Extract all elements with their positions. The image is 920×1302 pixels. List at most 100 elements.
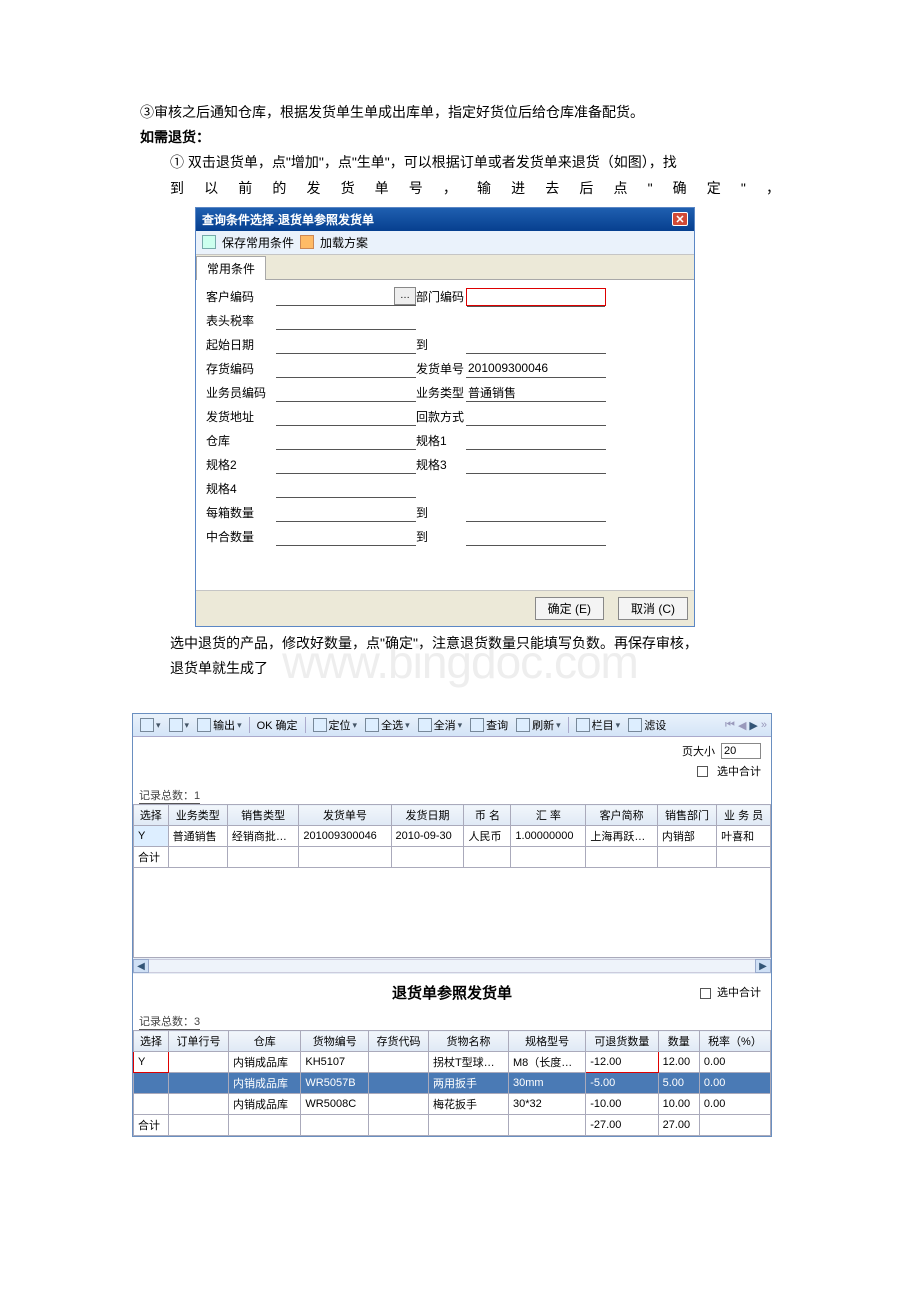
close-icon[interactable]: ✕	[672, 212, 688, 226]
menu-filter[interactable]: 滤设	[625, 717, 669, 733]
grid2: 选择 订单行号 仓库 货物编号 存货代码 货物名称 规格型号 可退货数量 数量 …	[133, 1030, 771, 1136]
load-icon	[300, 235, 314, 249]
section2-title: 退货单参照发货单	[133, 974, 771, 1007]
nav-more-icon[interactable]: »	[761, 719, 767, 731]
grid1-row[interactable]: Y 普通销售 经销商批… 201009300046 2010-09-30 人民币…	[134, 826, 771, 847]
inp-edate[interactable]	[466, 336, 606, 354]
nav-prev-icon[interactable]: ◀	[738, 719, 746, 732]
menu-locate[interactable]: 定位▾	[310, 717, 361, 733]
scroll-right-icon[interactable]: ▶	[755, 959, 771, 973]
inp-stock[interactable]	[276, 360, 416, 378]
lbl-spec3: 规格3	[416, 456, 466, 473]
tab-row: 常用条件	[196, 255, 694, 280]
grid1-empty	[133, 868, 771, 958]
lookup-cust-icon[interactable]: …	[394, 287, 416, 305]
lbl-to1: 到	[416, 336, 466, 353]
selall-icon	[365, 718, 379, 732]
para-3a: ① 双击退货单，点"增加"，点"生单"，可以根据订单或者发货单来退货（如图），找	[140, 150, 780, 175]
inp-midqty2[interactable]	[466, 528, 606, 546]
query-dialog: 查询条件选择-退货单参照发货单 ✕ 保存常用条件 加载方案 常用条件 客户编码 …	[195, 207, 695, 627]
lbl-dept: 部门编码	[416, 288, 466, 305]
menu-output[interactable]: 输出▾	[194, 717, 245, 733]
inp-emp[interactable]	[276, 384, 416, 402]
para-1: ③审核之后通知仓库，根据发货单生单成出库单，指定好货位后给仓库准备配货。	[140, 100, 780, 125]
selsum2-label: 选中合计	[717, 987, 761, 999]
menu-query[interactable]: 查询	[467, 717, 511, 733]
selsum-label: 选中合计	[717, 763, 761, 779]
dialog-title-text: 查询条件选择-退货单参照发货单	[202, 211, 374, 228]
lbl-stock: 存货编码	[206, 360, 276, 377]
locate-icon	[313, 718, 327, 732]
output-icon	[197, 718, 211, 732]
nav-first-icon[interactable]: ⏮	[725, 719, 735, 732]
nav-next-icon[interactable]: ▶	[749, 719, 757, 732]
load-scheme-btn[interactable]: 加载方案	[320, 234, 368, 251]
result-window: ▾ ▾ 输出▾ OK 确定 定位▾ 全选▾ 全消▾ 查询 刷新▾ 栏目▾ 滤设 …	[132, 713, 772, 1137]
inp-payback[interactable]	[466, 408, 606, 426]
inp-midqty1[interactable]	[276, 528, 416, 546]
menu-selall[interactable]: 全选▾	[362, 717, 413, 733]
pagesize-input[interactable]	[721, 743, 761, 759]
lbl-payback: 回款方式	[416, 408, 466, 425]
inp-spec3[interactable]	[466, 456, 606, 474]
grid1-sum: 合计	[134, 847, 771, 868]
menu-columns[interactable]: 栏目▾	[573, 717, 624, 733]
menu-ok[interactable]: OK 确定	[254, 717, 301, 733]
inp-spec2[interactable]	[276, 456, 416, 474]
inp-boxqty1[interactable]	[276, 504, 416, 522]
form-area: 客户编码 … 部门编码 表头税率 起始日期 到 存货编码 发货单号 业务员编码 …	[196, 280, 694, 590]
inp-spec4[interactable]	[276, 480, 416, 498]
inp-wh[interactable]	[276, 432, 416, 450]
inp-dept[interactable]	[467, 289, 605, 307]
lbl-shipno: 发货单号	[416, 360, 466, 377]
document-text: ③审核之后通知仓库，根据发货单生单成出库单，指定好货位后给仓库准备配货。 如需退…	[140, 100, 780, 201]
inp-shipno[interactable]	[466, 360, 606, 378]
dialog-button-row: 确定 (E) 取消 (C)	[196, 590, 694, 626]
inp-spec1[interactable]	[466, 432, 606, 450]
lbl-emp: 业务员编码	[206, 384, 276, 401]
pagesize-label: 页大小	[682, 743, 715, 759]
lbl-spec2: 规格2	[206, 456, 276, 473]
grid1: 选择 业务类型 销售类型 发货单号 发货日期 币 名 汇 率 客户简称 销售部门…	[133, 804, 771, 868]
save-common-btn[interactable]: 保存常用条件	[222, 234, 294, 251]
cancel-button[interactable]: 取消 (C)	[618, 597, 688, 620]
inp-sdate[interactable]	[276, 336, 416, 354]
ok-button[interactable]: 确定 (E)	[535, 597, 604, 620]
inp-addr[interactable]	[276, 408, 416, 426]
save-icon	[202, 235, 216, 249]
inp-biztype[interactable]	[466, 384, 606, 402]
para-2: 如需退货：	[140, 125, 780, 150]
para-5: 退货单就生成了	[140, 656, 780, 681]
record-count-2: 记录总数：3	[133, 1007, 771, 1030]
lbl-to2: 到	[416, 504, 466, 521]
menu-refresh[interactable]: 刷新▾	[513, 717, 564, 733]
record-count-1: 记录总数：1	[133, 781, 771, 804]
lbl-wh: 仓库	[206, 432, 276, 449]
grid2-row[interactable]: Y 内销成品库 KH5107 拐杖T型球… M8（长度… -12.00 12.0…	[134, 1052, 771, 1073]
para-4: 选中退货的产品，修改好数量，点"确定"，注意退货数量只能填写负数。再保存审核，	[140, 631, 780, 656]
lbl-spec1: 规格1	[416, 432, 466, 449]
lbl-spec4: 规格4	[206, 480, 276, 497]
filter-icon	[628, 718, 642, 732]
lbl-biztype: 业务类型	[416, 384, 466, 401]
scroll-left-icon[interactable]: ◀	[133, 959, 149, 973]
grid2-sum: 合计 -27.00 27.00	[134, 1115, 771, 1136]
inp-boxqty2[interactable]	[466, 504, 606, 522]
menu-print[interactable]: ▾	[166, 718, 193, 732]
grid2-row[interactable]: 内销成品库 WR5057B 两用扳手 30mm -5.00 5.00 0.00	[134, 1073, 771, 1094]
grid2-row[interactable]: 内销成品库 WR5008C 梅花扳手 30*32 -10.00 10.00 0.…	[134, 1094, 771, 1115]
inp-tax[interactable]	[276, 312, 416, 330]
print-icon	[169, 718, 183, 732]
lbl-tax: 表头税率	[206, 312, 276, 329]
hscrollbar[interactable]: ◀ ▶	[133, 958, 771, 974]
document-text-2: 选中退货的产品，修改好数量，点"确定"，注意退货数量只能填写负数。再保存审核， …	[140, 631, 780, 681]
section2-header: 退货单参照发货单 选中合计	[133, 974, 771, 1007]
pagesize-row: 页大小	[133, 737, 771, 761]
selsum-checkbox[interactable]	[697, 766, 708, 777]
selsum-row: 选中合计	[133, 761, 771, 781]
dialog-toolbar: 保存常用条件 加载方案	[196, 231, 694, 255]
selsum2-checkbox[interactable]	[700, 988, 711, 999]
menu-deselall[interactable]: 全消▾	[415, 717, 466, 733]
tab-common[interactable]: 常用条件	[196, 256, 266, 280]
menu-new[interactable]: ▾	[137, 718, 164, 732]
